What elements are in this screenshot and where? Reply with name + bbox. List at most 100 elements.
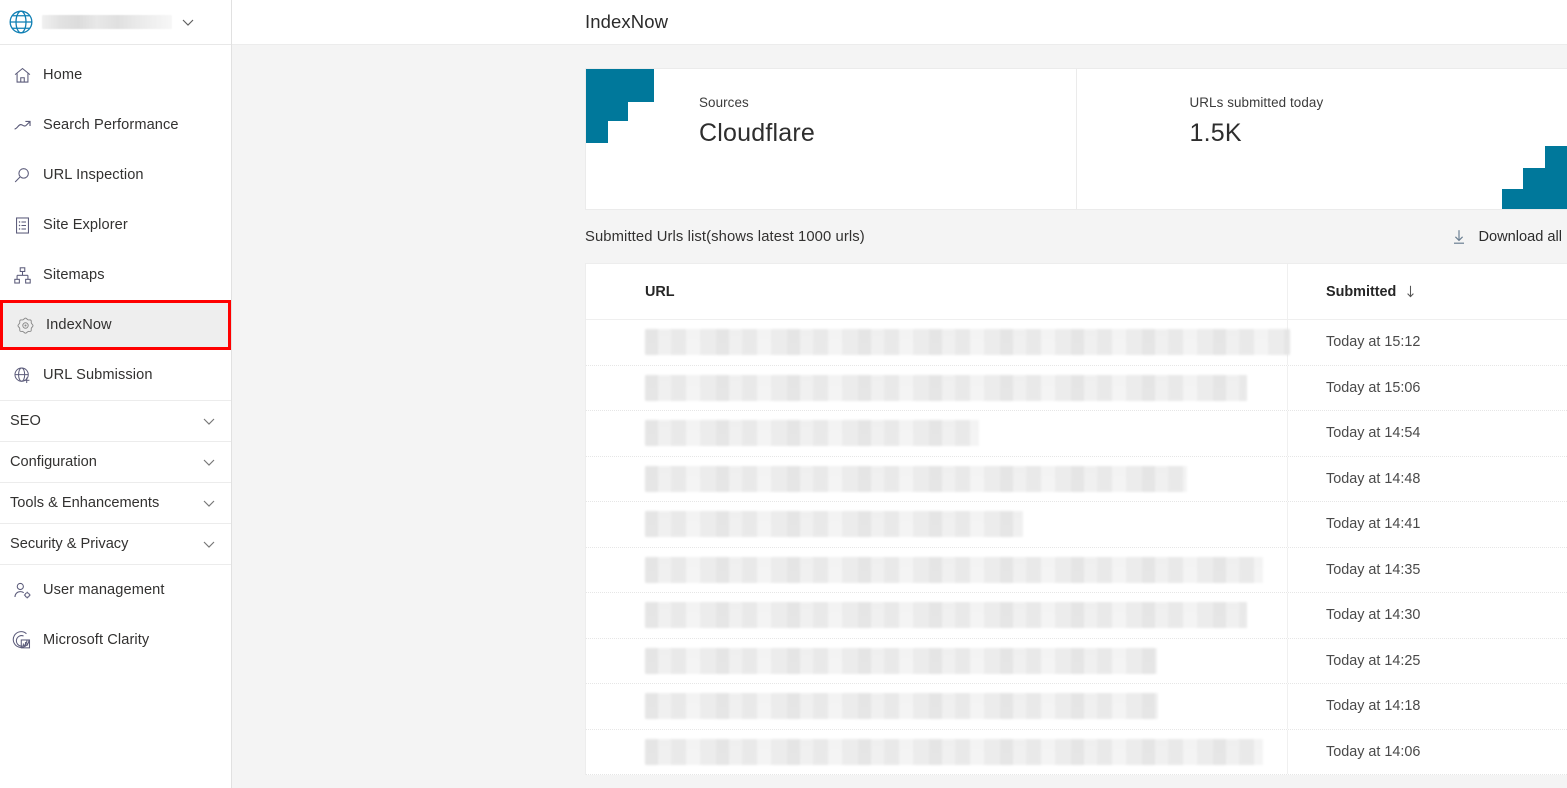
clarity-chart-icon (10, 628, 34, 652)
cell-submitted: Today at 14:18 (1287, 684, 1567, 729)
card-sources: Sources Cloudflare (585, 68, 1077, 210)
sidebar-item-user-management[interactable]: User management (0, 565, 231, 615)
card-urls-submitted-today: URLs submitted today 1.5K (1076, 68, 1567, 210)
sitemap-icon (10, 263, 34, 287)
cell-submitted: Today at 14:25 (1287, 638, 1567, 683)
cell-submitted: Today at 14:48 (1287, 456, 1567, 501)
site-name-redacted (42, 15, 172, 29)
sidebar-item-url-inspection[interactable]: URL Inspection (0, 150, 231, 200)
cell-submitted: Today at 15:12 (1287, 320, 1567, 365)
sidebar-item-label: Site Explorer (43, 217, 128, 233)
sidebar-item-label: URL Inspection (43, 167, 144, 183)
cell-url (586, 329, 1290, 356)
table-row[interactable]: Today at 14:48 (586, 456, 1567, 502)
sidebar-item-label: Microsoft Clarity (43, 632, 150, 648)
url-redacted (645, 647, 1157, 674)
url-redacted (645, 465, 1187, 492)
sidebar-item-label: Home (43, 67, 83, 83)
home-icon (10, 63, 34, 87)
card-label: URLs submitted today (1189, 95, 1324, 110)
url-redacted (645, 738, 1263, 765)
sort-descending-arrow-icon (1403, 284, 1418, 299)
content-area: Sources Cloudflare URLs submitted today … (232, 45, 1567, 788)
chevron-down-icon (199, 534, 219, 554)
table-row[interactable]: Today at 14:18 (586, 684, 1567, 730)
url-redacted (645, 602, 1247, 629)
sidebar-item-label: Sitemaps (43, 267, 105, 283)
cell-url (586, 693, 1287, 720)
chevron-down-icon (178, 12, 198, 32)
cell-url (586, 602, 1287, 629)
trending-up-icon (10, 113, 34, 137)
column-header-submitted-label: Submitted (1326, 283, 1397, 300)
indexnow-gear-icon (13, 313, 37, 337)
cell-submitted: Today at 14:06 (1287, 729, 1567, 774)
card-label: Sources (699, 95, 749, 110)
document-list-icon (10, 213, 34, 237)
kpi-cards: Sources Cloudflare URLs submitted today … (585, 68, 1567, 210)
card-value: 1.5K (1189, 119, 1242, 147)
sidebar-group-configuration[interactable]: Configuration (0, 441, 231, 482)
sidebar-item-url-submission[interactable]: URL Submission (0, 350, 231, 400)
column-header-url[interactable]: URL (586, 284, 1287, 300)
sidebar-item-label: IndexNow (46, 317, 112, 333)
url-redacted (645, 693, 1158, 720)
cell-url (586, 738, 1287, 765)
url-redacted (645, 329, 1290, 356)
top-bar: IndexNow (232, 0, 1567, 45)
url-redacted (645, 511, 1023, 538)
globe-icon (8, 9, 34, 35)
cell-url (586, 420, 1287, 447)
magnifier-icon (10, 163, 34, 187)
sidebar-item-search-performance[interactable]: Search Performance (0, 100, 231, 150)
table-row[interactable]: Today at 15:06 (586, 365, 1567, 411)
sidebar-group-label: Tools & Enhancements (10, 495, 160, 511)
table-row[interactable]: Today at 14:54 (586, 411, 1567, 457)
chevron-down-icon (199, 452, 219, 472)
cell-url (586, 511, 1287, 538)
sidebar-item-label: User management (43, 582, 165, 598)
table-row[interactable]: Today at 14:25 (586, 638, 1567, 684)
sidebar-group-tools-enhancements[interactable]: Tools & Enhancements (0, 482, 231, 523)
card-value: Cloudflare (699, 119, 815, 147)
user-gear-icon (10, 578, 34, 602)
table-header-row: URL Submitted (586, 264, 1567, 320)
sidebar-group-label: Configuration (10, 454, 97, 470)
sidebar-group-security-privacy[interactable]: Security & Privacy (0, 523, 231, 564)
table-row[interactable]: Today at 14:30 (586, 593, 1567, 639)
main-area: IndexNow Sources Cloudflare URLs submitt… (232, 0, 1567, 788)
sidebar-item-label: URL Submission (43, 367, 153, 383)
sidebar-item-site-explorer[interactable]: Site Explorer (0, 200, 231, 250)
table-row[interactable]: Today at 15:12 (586, 320, 1567, 366)
cell-submitted: Today at 14:54 (1287, 411, 1567, 456)
list-title: Submitted Urls list(shows latest 1000 ur… (585, 228, 865, 245)
sidebar-item-indexnow[interactable]: IndexNow (0, 300, 231, 350)
app-root: Home Search Performance URL Inspection S… (0, 0, 1567, 788)
site-picker[interactable] (0, 0, 231, 45)
cell-url (586, 556, 1287, 583)
url-redacted (645, 556, 1263, 583)
download-all-button[interactable]: Download all (1450, 228, 1567, 246)
sidebar: Home Search Performance URL Inspection S… (0, 0, 232, 788)
steps-decoration-top-left-icon (586, 69, 654, 143)
sidebar-item-label: Search Performance (43, 117, 179, 133)
cell-submitted: Today at 14:41 (1287, 502, 1567, 547)
table-body: Today at 15:12 Today at 15:06 Today at 14:… (586, 320, 1567, 775)
page-title: IndexNow (585, 11, 669, 32)
cell-submitted: Today at 14:35 (1287, 547, 1567, 592)
cell-url (586, 374, 1287, 401)
sidebar-group-seo[interactable]: SEO (0, 400, 231, 441)
table-row[interactable]: Today at 14:41 (586, 502, 1567, 548)
sidebar-item-microsoft-clarity[interactable]: Microsoft Clarity (0, 615, 231, 665)
download-arrow-icon (1450, 228, 1468, 246)
cell-submitted: Today at 14:30 (1287, 593, 1567, 638)
globe-plus-icon (10, 363, 34, 387)
column-header-submitted[interactable]: Submitted (1287, 264, 1567, 319)
cell-url (586, 647, 1287, 674)
table-row[interactable]: Today at 14:35 (586, 547, 1567, 593)
sidebar-item-home[interactable]: Home (0, 50, 231, 100)
cell-submitted: Today at 15:06 (1287, 365, 1567, 410)
sidebar-item-sitemaps[interactable]: Sitemaps (0, 250, 231, 300)
table-row[interactable]: Today at 14:06 (586, 729, 1567, 775)
content-inner: Sources Cloudflare URLs submitted today … (585, 68, 1567, 775)
